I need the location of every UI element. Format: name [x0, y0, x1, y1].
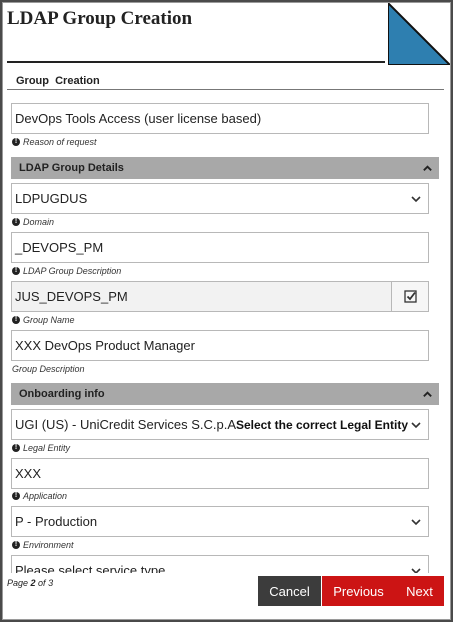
- info-icon: !: [12, 492, 20, 500]
- tabs-divider: [7, 89, 444, 90]
- chevron-up-icon[interactable]: [422, 389, 433, 400]
- info-icon: !: [12, 218, 20, 226]
- previous-button[interactable]: Previous: [322, 576, 395, 606]
- section-onboarding-info[interactable]: Onboarding info: [11, 383, 439, 405]
- domain-select[interactable]: LDPUGDUS: [11, 183, 429, 214]
- info-icon: !: [12, 444, 20, 452]
- application-help: ! Application: [12, 491, 67, 501]
- dialog-card: LDAP Group Creation Group Creation DevOp…: [2, 2, 451, 620]
- page-indicator: Page 2 of 3: [7, 578, 54, 588]
- group-description-help: Group Description: [12, 364, 85, 374]
- wizard-footer: Page 2 of 3 Cancel Previous Next: [3, 573, 450, 619]
- chevron-down-icon: [411, 518, 421, 525]
- reason-value: DevOps Tools Access (user license based): [15, 111, 262, 126]
- tab-group-creation[interactable]: Group Creation: [16, 75, 100, 87]
- chevron-down-icon: [411, 567, 421, 573]
- section-ldap-group-details[interactable]: LDAP Group Details: [11, 157, 439, 179]
- legal-entity-hint: Select the correct Legal Entity: [235, 417, 408, 432]
- form-scroll-area[interactable]: DevOps Tools Access (user license based)…: [3, 95, 450, 573]
- legal-entity-help: ! Legal Entity: [12, 443, 70, 453]
- reason-input[interactable]: DevOps Tools Access (user license based): [11, 103, 429, 134]
- environment-select[interactable]: P - Production: [11, 506, 429, 537]
- info-icon: !: [12, 138, 20, 146]
- ldap-description-input[interactable]: _DEVOPS_PM: [11, 232, 429, 263]
- page-curl-icon: [388, 3, 450, 65]
- chevron-up-icon[interactable]: [422, 163, 433, 174]
- info-icon: !: [12, 316, 20, 324]
- application-input[interactable]: XXX: [11, 458, 429, 489]
- chevron-down-icon: [411, 421, 421, 428]
- info-icon: !: [12, 267, 20, 275]
- group-name-help: ! Group Name: [12, 315, 75, 325]
- group-name-field: JUS_DEVOPS_PM: [11, 281, 429, 312]
- environment-help: ! Environment: [12, 540, 74, 550]
- service-type-select[interactable]: Please select service type: [11, 555, 429, 573]
- chevron-down-icon: [411, 195, 421, 202]
- check-button[interactable]: [391, 282, 428, 311]
- info-icon: !: [12, 541, 20, 549]
- title-underline: [7, 61, 385, 63]
- checkbox-icon: [403, 290, 417, 303]
- group-description-input[interactable]: XXX DevOps Product Manager: [11, 330, 429, 361]
- domain-help: ! Domain: [12, 217, 54, 227]
- next-button[interactable]: Next: [395, 576, 444, 606]
- cancel-button[interactable]: Cancel: [258, 576, 321, 606]
- reason-help: ! Reason of request: [12, 137, 97, 147]
- app-frame: LDAP Group Creation Group Creation DevOp…: [0, 0, 453, 622]
- page-title: LDAP Group Creation: [7, 8, 193, 29]
- legal-entity-select[interactable]: UGI (US) - UniCredit Services S.C.p.A Se…: [11, 409, 429, 440]
- ldap-description-help: ! LDAP Group Description: [12, 266, 121, 276]
